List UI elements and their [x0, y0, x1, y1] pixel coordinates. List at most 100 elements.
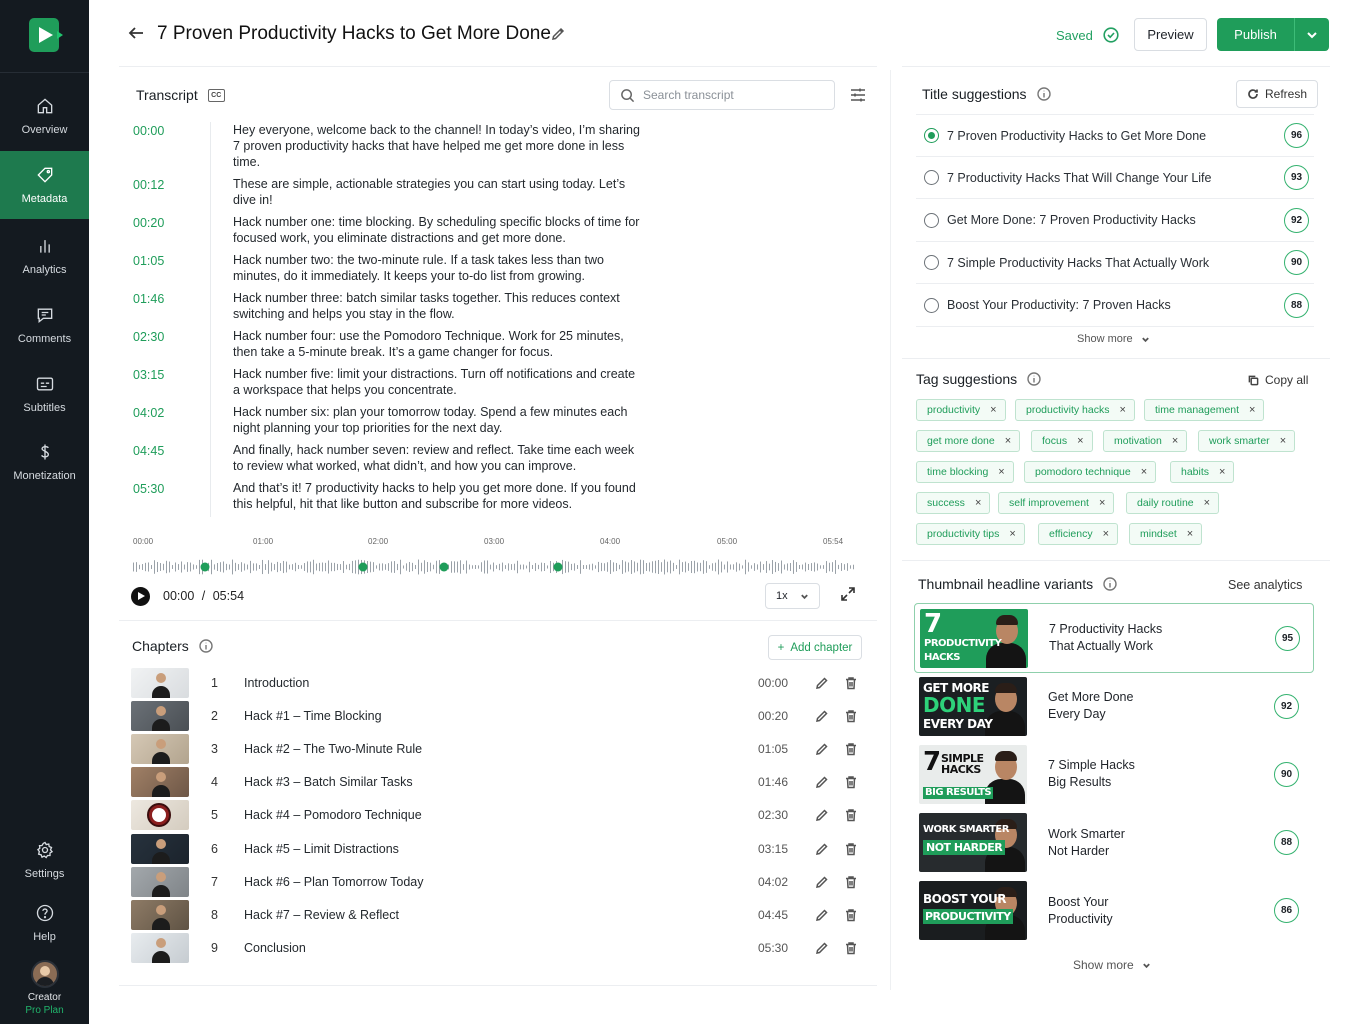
title-suggestion-row[interactable]: 7 Proven Productivity Hacks to Get More …	[916, 115, 1314, 157]
trash-icon[interactable]	[844, 709, 858, 723]
title-suggestion-row[interactable]: Get More Done: 7 Proven Productivity Hac…	[916, 200, 1314, 242]
chapter-timestamp[interactable]: 01:05	[758, 742, 788, 756]
trash-icon[interactable]	[844, 875, 858, 889]
sidebar-item-settings[interactable]: Settings	[0, 826, 89, 894]
edit-icon[interactable]	[815, 775, 829, 789]
creator-profile[interactable]: Creator Pro Plan	[0, 960, 89, 1016]
remove-tag-icon[interactable]: ×	[1005, 435, 1011, 447]
chapter-title[interactable]: Hack #4 – Pomodoro Technique	[244, 808, 422, 822]
title-suggestion-row[interactable]: 7 Simple Productivity Hacks That Actuall…	[916, 242, 1314, 285]
title-suggestion-row[interactable]: Boost Your Productivity: 7 Proven Hacks 8…	[916, 285, 1314, 327]
transcript-timestamp[interactable]: 00:12	[133, 176, 233, 208]
publish-button[interactable]: Publish	[1217, 27, 1294, 42]
chapter-timestamp[interactable]: 00:20	[758, 709, 788, 723]
filter-settings-icon[interactable]	[850, 87, 866, 103]
tag-chip[interactable]: success ×	[916, 492, 991, 514]
remove-tag-icon[interactable]: ×	[1172, 435, 1178, 447]
chapter-row[interactable]: 3 Hack #2 – The Two-Minute Rule 01:05	[131, 734, 861, 765]
chapter-row[interactable]: 2 Hack #1 – Time Blocking 00:20	[131, 701, 861, 732]
edit-icon[interactable]	[815, 875, 829, 889]
tag-chip[interactable]: mindset ×	[1129, 523, 1203, 545]
transcript-timestamp[interactable]: 00:00	[133, 122, 233, 170]
transcript-search[interactable]: Search transcript	[609, 80, 835, 110]
edit-icon[interactable]	[815, 709, 829, 723]
app-logo-icon[interactable]	[27, 16, 65, 54]
info-icon[interactable]	[1036, 87, 1051, 101]
remove-tag-icon[interactable]: ×	[998, 466, 1004, 478]
remove-tag-icon[interactable]: ×	[1103, 528, 1109, 540]
trash-icon[interactable]	[844, 908, 858, 922]
tag-chip[interactable]: daily routine ×	[1126, 492, 1220, 514]
info-icon[interactable]	[199, 639, 213, 653]
chapter-title[interactable]: Hack #7 – Review & Reflect	[244, 908, 399, 922]
audio-waveform[interactable]	[133, 556, 855, 578]
tag-chip[interactable]: pomodoro technique ×	[1024, 461, 1157, 483]
transcript-timestamp[interactable]: 01:46	[133, 290, 233, 322]
remove-tag-icon[interactable]: ×	[1249, 404, 1255, 416]
tag-chip[interactable]: motivation ×	[1103, 430, 1188, 452]
thumbnail-show-more-button[interactable]: Show more	[1073, 958, 1151, 972]
chapter-timestamp[interactable]: 00:00	[758, 676, 788, 690]
title-radio[interactable]	[924, 255, 939, 271]
tag-chip[interactable]: self improvement ×	[998, 492, 1115, 514]
tag-chip[interactable]: efficiency ×	[1038, 523, 1119, 545]
edit-icon[interactable]	[815, 908, 829, 922]
tag-chip[interactable]: work smarter ×	[1198, 430, 1296, 452]
sidebar-item-help[interactable]: Help	[0, 889, 89, 957]
transcript-timestamp[interactable]: 01:05	[133, 252, 233, 284]
back-arrow-icon[interactable]	[127, 24, 145, 42]
chapter-row[interactable]: 9 Conclusion 05:30	[131, 932, 861, 963]
chapter-row[interactable]: 6 Hack #5 – Limit Distractions 03:15	[131, 833, 861, 864]
transcript-line[interactable]: 01:05 Hack number two: the two-minute rul…	[133, 252, 643, 284]
transcript-line[interactable]: 00:12 These are simple, actionable strate…	[133, 176, 643, 208]
tag-chip[interactable]: time blocking ×	[916, 461, 1014, 483]
transcript-timestamp[interactable]: 03:15	[133, 366, 233, 398]
chapter-marker[interactable]	[553, 562, 563, 572]
remove-tag-icon[interactable]: ×	[1219, 466, 1225, 478]
edit-icon[interactable]	[815, 842, 829, 856]
edit-icon[interactable]	[815, 941, 829, 955]
chapter-title[interactable]: Hack #6 – Plan Tomorrow Today	[244, 875, 424, 889]
chapter-marker[interactable]	[200, 562, 210, 572]
info-icon[interactable]	[1027, 372, 1041, 386]
remove-tag-icon[interactable]: ×	[1077, 435, 1083, 447]
transcript-timestamp[interactable]: 04:45	[133, 442, 233, 474]
remove-tag-icon[interactable]: ×	[990, 404, 996, 416]
tag-chip[interactable]: get more done ×	[916, 430, 1021, 452]
preview-button[interactable]: Preview	[1134, 18, 1207, 51]
trash-icon[interactable]	[844, 842, 858, 856]
chapter-title[interactable]: Introduction	[244, 676, 309, 690]
transcript-line[interactable]: 00:20 Hack number one: time blocking. By …	[133, 214, 643, 246]
closed-captions-icon[interactable]: CC	[207, 88, 225, 102]
transcript-line[interactable]: 02:30 Hack number four: use the Pomodoro …	[133, 328, 643, 360]
transcript-timestamp[interactable]: 05:30	[133, 480, 233, 512]
remove-tag-icon[interactable]: ×	[1280, 435, 1286, 447]
chapter-marker[interactable]	[439, 562, 449, 572]
transcript-timestamp[interactable]: 04:02	[133, 404, 233, 436]
transcript-line[interactable]: 05:30 And that’s it! 7 productivity hacks…	[133, 480, 643, 512]
chapter-timestamp[interactable]: 04:45	[758, 908, 788, 922]
trash-icon[interactable]	[844, 941, 858, 955]
play-button[interactable]	[131, 587, 150, 606]
title-suggestion-row[interactable]: 7 Productivity Hacks That Will Change Yo…	[916, 157, 1314, 200]
sidebar-item-metadata[interactable]: Metadata	[0, 151, 89, 219]
edit-icon[interactable]	[815, 742, 829, 756]
chapter-title[interactable]: Hack #5 – Limit Distractions	[244, 842, 399, 856]
remove-tag-icon[interactable]: ×	[1119, 404, 1125, 416]
tag-chip[interactable]: focus ×	[1031, 430, 1093, 452]
remove-tag-icon[interactable]: ×	[1009, 528, 1015, 540]
publish-options-button[interactable]	[1294, 18, 1329, 51]
chapter-timestamp[interactable]: 03:15	[758, 842, 788, 856]
chapter-timestamp[interactable]: 02:30	[758, 808, 788, 822]
chapter-row[interactable]: 4 Hack #3 – Batch Similar Tasks 01:46	[131, 767, 861, 798]
tag-chip[interactable]: productivity tips ×	[916, 523, 1025, 545]
chapter-title[interactable]: Conclusion	[244, 941, 306, 955]
transcript-line[interactable]: 04:45 And finally, hack number seven: rev…	[133, 442, 643, 474]
tag-chip[interactable]: time management ×	[1144, 399, 1265, 421]
sidebar-item-subtitles[interactable]: Subtitles	[0, 360, 89, 428]
refresh-button[interactable]: Refresh	[1236, 80, 1318, 108]
chapter-title[interactable]: Hack #3 – Batch Similar Tasks	[244, 775, 413, 789]
title-radio[interactable]	[924, 297, 939, 313]
edit-icon[interactable]	[815, 808, 829, 822]
edit-title-icon[interactable]	[550, 26, 566, 42]
